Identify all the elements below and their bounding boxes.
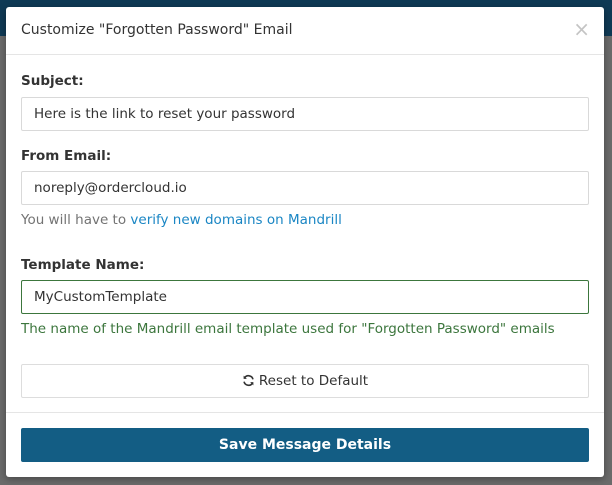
subject-input[interactable]: Here is the link to reset your password: [21, 97, 589, 131]
verify-domains-link[interactable]: verify new domains on Mandrill: [130, 212, 341, 228]
from-email-help-text: You will have to: [21, 212, 131, 228]
from-email-label: From Email:: [21, 148, 112, 164]
template-name-input[interactable]: MyCustomTemplate: [21, 280, 589, 314]
modal-header: Customize "Forgotten Password" Email ×: [6, 7, 604, 55]
reset-button-label: Reset to Default: [258, 373, 369, 389]
refresh-icon: [242, 367, 255, 399]
reset-to-default-button[interactable]: Reset to Default: [21, 364, 589, 398]
template-name-label: Template Name:: [21, 257, 145, 273]
save-message-details-button[interactable]: Save Message Details: [21, 428, 589, 462]
modal-footer: Save Message Details: [6, 412, 604, 477]
customize-email-modal: Customize "Forgotten Password" Email × S…: [6, 7, 604, 477]
from-email-input[interactable]: noreply@ordercloud.io: [21, 171, 589, 205]
template-name-help: The name of the Mandrill email template …: [21, 321, 555, 337]
modal-title: Customize "Forgotten Password" Email: [21, 22, 293, 38]
close-icon[interactable]: ×: [573, 17, 590, 41]
from-email-help: You will have to verify new domains on M…: [21, 212, 342, 228]
subject-label: Subject:: [21, 73, 84, 89]
